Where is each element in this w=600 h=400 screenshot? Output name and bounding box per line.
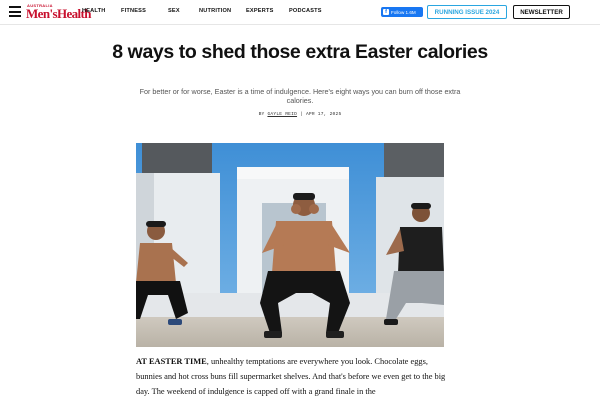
- byline-prefix: BY: [258, 112, 265, 117]
- nav-item-experts[interactable]: EXPERTS: [246, 8, 274, 14]
- article-headline: 8 ways to shed those extra Easter calori…: [112, 41, 488, 63]
- nav-item-fitness[interactable]: FITNESS: [121, 8, 146, 14]
- publish-date: APR 17, 2025: [305, 112, 342, 117]
- facebook-follow-button[interactable]: f Follow 1.6M: [381, 7, 423, 17]
- nav-item-sex[interactable]: SEX: [168, 8, 180, 14]
- hero-image: [136, 143, 444, 347]
- nav-item-podcasts[interactable]: PODCASTS: [289, 8, 322, 14]
- byline-separator: |: [300, 112, 303, 117]
- article-body: AT EASTER TIME, unhealthy temptations ar…: [136, 354, 446, 399]
- article-byline: BY GAYLE REID | APR 17, 2025: [0, 112, 600, 117]
- site-header: AUSTRALIA Men'sHealth HEALTH FITNESS SEX…: [0, 0, 600, 25]
- article-lead-in: AT EASTER TIME: [136, 357, 207, 366]
- hero-photo-illustration: [136, 143, 444, 347]
- newsletter-button[interactable]: NEWSLETTER: [513, 5, 570, 19]
- facebook-icon: f: [383, 9, 389, 15]
- article-standfirst: For better or for worse, Easter is a tim…: [139, 87, 461, 105]
- running-issue-button[interactable]: RUNNING ISSUE 2024: [427, 5, 507, 19]
- author-link[interactable]: GAYLE REID: [267, 112, 297, 117]
- site-logo[interactable]: AUSTRALIA Men'sHealth: [26, 3, 92, 21]
- nav-item-health[interactable]: HEALTH: [82, 8, 105, 14]
- nav-item-nutrition[interactable]: NUTRITION: [199, 8, 231, 14]
- hamburger-menu-icon[interactable]: [9, 6, 21, 17]
- facebook-follow-label: Follow 1.6M: [391, 9, 416, 15]
